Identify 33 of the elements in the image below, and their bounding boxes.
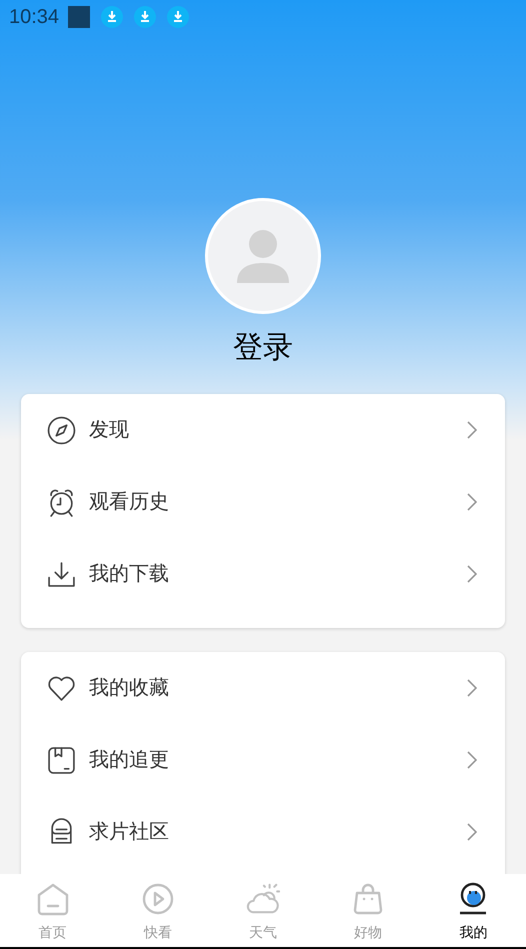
download-notification-icon [167,6,190,28]
menu-item-label: 我的收藏 [89,676,170,701]
menu-item[interactable]: 我的下载 [21,538,505,610]
menu-item-label: 求片社区 [89,820,170,845]
play-icon [140,882,175,916]
menu-item[interactable]: 我的收藏 [21,652,505,724]
download-icon [47,560,76,588]
tab[interactable]: 我的 [420,874,526,947]
heart-icon [47,674,76,702]
chevron-right-icon [467,679,477,697]
menu-item[interactable]: 观看历史 [21,466,505,538]
download-notification-icon [101,6,124,28]
chevron-right-icon [467,751,477,769]
login-button[interactable]: 登录 [233,328,293,368]
menu-item-label: 我的下载 [89,562,170,587]
download-notification-icon [134,6,156,28]
notification-icon [68,6,90,28]
chevron-right-icon [467,421,477,439]
compass-icon [47,416,76,444]
menu-item-label: 观看历史 [89,490,170,515]
menu-item-label: 我的追更 [89,748,170,773]
menu-item[interactable]: 发现 [21,394,505,466]
chevron-right-icon [467,823,477,841]
person-silhouette-icon [235,229,291,283]
bookmark-icon [47,746,76,774]
menu-item[interactable]: 求片社区 [21,796,505,868]
menu-item[interactable]: 我的追更 [21,724,505,796]
home-icon [36,882,70,916]
weather-icon [246,882,280,916]
status-time: 10:34 [9,5,60,30]
chevron-right-icon [467,565,477,583]
chevron-right-icon [467,493,477,511]
menu-item-label: 发现 [89,418,130,443]
